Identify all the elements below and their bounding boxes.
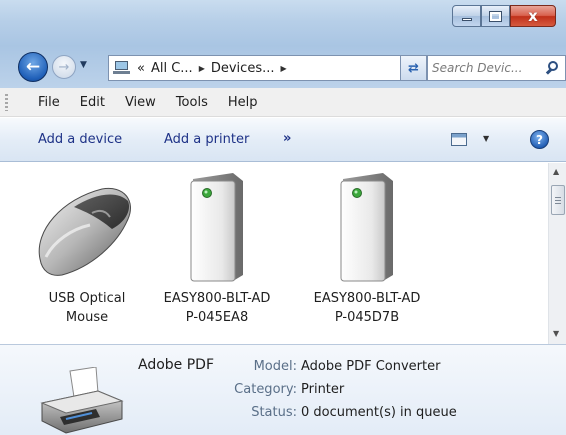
- minimize-button[interactable]: [452, 5, 481, 27]
- device-item-easy800-045ea8[interactable]: EASY800-BLT-AD P-045EA8: [152, 163, 282, 327]
- breadcrumb-all-control-panel[interactable]: All C...: [151, 61, 193, 76]
- scrollbar-grip-icon: [555, 196, 561, 204]
- breadcrumb-devices[interactable]: Devices...: [211, 61, 275, 76]
- close-icon: x: [528, 7, 538, 25]
- change-view-icon[interactable]: [451, 133, 467, 146]
- view-options-dropdown-icon[interactable]: ▼: [483, 134, 489, 143]
- control-panel-icon: [113, 61, 131, 75]
- model-label: Model:: [253, 359, 297, 374]
- breadcrumb: « All C... ▶ Devices... ▶: [137, 61, 287, 76]
- scroll-up-icon[interactable]: ▲: [553, 167, 559, 176]
- mouse-icon: [38, 187, 131, 276]
- maximize-button[interactable]: [481, 5, 510, 27]
- back-arrow-icon: ←: [25, 57, 41, 77]
- minimize-icon: [461, 18, 472, 21]
- close-button[interactable]: x: [510, 5, 556, 27]
- more-commands-button[interactable]: »: [283, 131, 291, 146]
- menu-grip: [5, 94, 8, 111]
- status-label: Status:: [251, 405, 297, 420]
- vertical-scrollbar[interactable]: ▲ ▼: [548, 163, 566, 344]
- scroll-down-icon[interactable]: ▼: [553, 329, 559, 338]
- category-value: Printer: [301, 382, 345, 397]
- search-icon[interactable]: [545, 60, 559, 76]
- help-button[interactable]: ?: [530, 130, 549, 149]
- caption-buttons: x: [452, 5, 556, 27]
- menu-file[interactable]: File: [18, 95, 70, 110]
- device-label: EASY800-BLT-AD P-045EA8: [163, 291, 271, 325]
- search-input[interactable]: [432, 61, 544, 75]
- add-device-button[interactable]: Add a device: [38, 132, 122, 147]
- menu-help[interactable]: Help: [218, 95, 268, 110]
- recent-pages-dropdown[interactable]: ▼: [80, 60, 87, 70]
- model-value: Adobe PDF Converter: [301, 359, 441, 374]
- help-icon: ?: [536, 132, 543, 147]
- search-box[interactable]: [427, 55, 566, 81]
- device-item-usb-optical-mouse[interactable]: USB Optical Mouse: [22, 163, 152, 327]
- menu-bar: File Edit View Tools Help: [0, 88, 566, 117]
- scrollbar-thumb[interactable]: [551, 185, 565, 215]
- command-bar: Add a device Add a printer » ▼ ?: [0, 118, 566, 162]
- breadcrumb-overflow[interactable]: «: [137, 61, 145, 76]
- forward-arrow-icon: →: [58, 59, 70, 75]
- refresh-icon: ⇄: [408, 60, 419, 76]
- menu-tools[interactable]: Tools: [166, 95, 218, 110]
- add-printer-button[interactable]: Add a printer: [164, 132, 249, 147]
- details-pane: Adobe PDF Model: Adobe PDF Converter Cat…: [0, 344, 566, 435]
- status-value: 0 document(s) in queue: [301, 405, 457, 420]
- maximize-icon: [489, 10, 502, 22]
- device-list: USB Optical Mouse EASY800-BLT-AD P-045EA…: [0, 163, 548, 344]
- breadcrumb-separator-icon[interactable]: ▶: [281, 64, 287, 73]
- printer-icon: [40, 367, 124, 434]
- menu-view[interactable]: View: [115, 95, 166, 110]
- back-button[interactable]: ←: [18, 52, 48, 82]
- selected-device-name: Adobe PDF: [138, 357, 215, 373]
- forward-button[interactable]: →: [52, 55, 76, 79]
- device-item-easy800-045d7b[interactable]: EASY800-BLT-AD P-045D7B: [302, 163, 432, 327]
- server-icon: [340, 173, 393, 282]
- address-bar[interactable]: « All C... ▶ Devices... ▶ ▼: [108, 55, 421, 81]
- title-bar: x: [0, 0, 566, 46]
- category-label: Category:: [234, 382, 297, 397]
- breadcrumb-separator-icon[interactable]: ▶: [199, 64, 205, 73]
- navigation-bar: ← → ▼ « All C... ▶ Devices... ▶ ▼ ⇄: [0, 46, 566, 88]
- device-label: EASY800-BLT-AD P-045D7B: [313, 291, 421, 325]
- server-icon: [190, 173, 243, 282]
- device-label: USB Optical Mouse: [48, 291, 126, 325]
- menu-edit[interactable]: Edit: [70, 95, 115, 110]
- refresh-button[interactable]: ⇄: [400, 55, 427, 81]
